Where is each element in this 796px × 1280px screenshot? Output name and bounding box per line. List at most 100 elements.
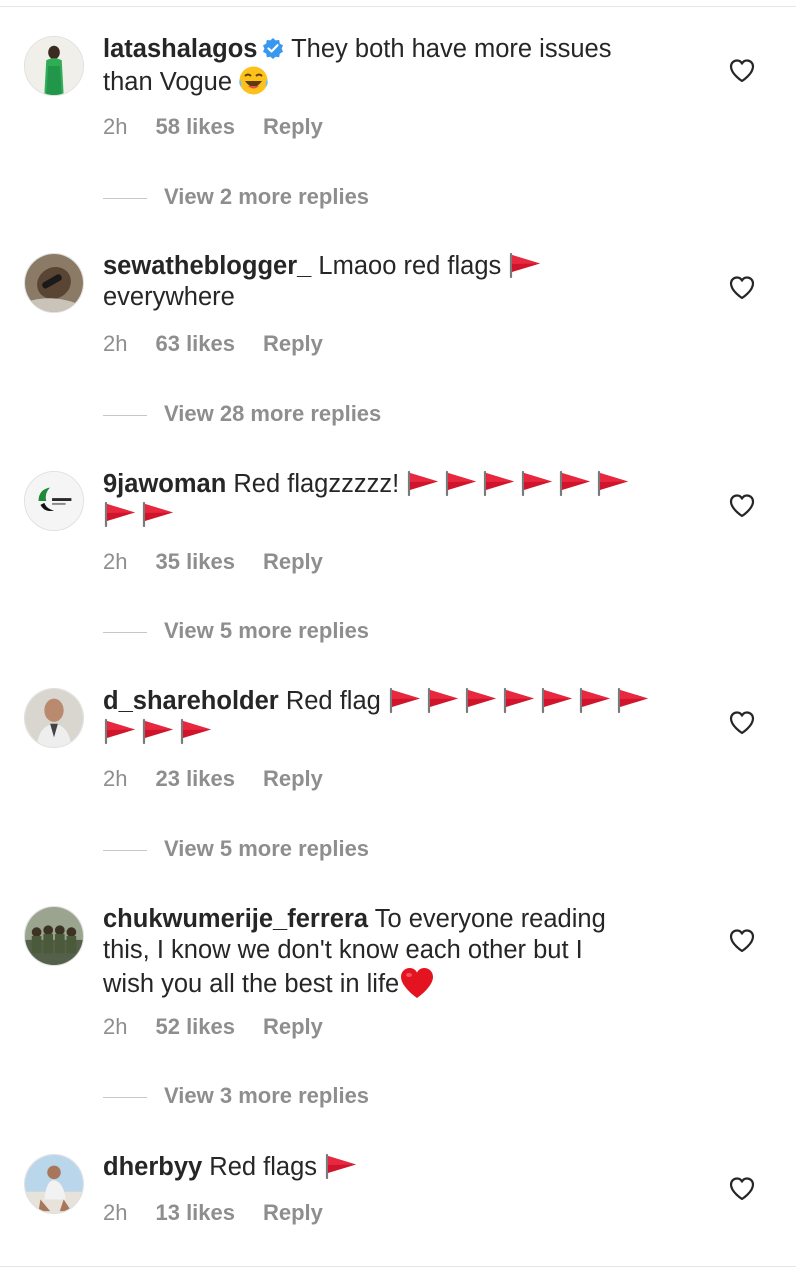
likes-count[interactable]: 35 likes xyxy=(155,549,235,575)
bottom-divider xyxy=(0,1266,796,1267)
comment-body: Red flagzzzzz! xyxy=(233,470,400,498)
comment-meta: 2h 52 likes Reply xyxy=(103,1014,351,1042)
likes-count[interactable]: 23 likes xyxy=(155,766,235,792)
laughing-emoji xyxy=(238,65,269,96)
red-flag-emoji xyxy=(540,687,574,713)
like-heart-icon[interactable] xyxy=(729,58,755,84)
avatar[interactable] xyxy=(24,36,84,96)
username[interactable]: 9jawoman xyxy=(103,470,226,498)
comment-meta: 2h 13 likes Reply xyxy=(103,1200,351,1228)
timestamp: 2h xyxy=(103,1200,128,1225)
red-flag-emoji xyxy=(520,470,554,496)
like-heart-icon[interactable] xyxy=(729,493,755,519)
replies-dash xyxy=(103,414,147,416)
username[interactable]: sewatheblogger_ xyxy=(103,252,311,280)
comment-body-cont: than Vogue xyxy=(103,68,233,96)
reply-button[interactable]: Reply xyxy=(263,114,323,140)
red-flag-emoji xyxy=(388,687,422,713)
comment-item: 9jawoman Red flagzzzzz! 2h 35 likes Reply … xyxy=(0,435,796,643)
avatar-image xyxy=(25,689,83,747)
comment-item: d_shareholder Red flag 2h 23 likes Reply V… xyxy=(0,652,796,861)
username[interactable]: latashalagos xyxy=(103,35,257,63)
comment-text: latashalagos They both have more issues … xyxy=(103,34,683,98)
comment-item: latashalagos They both have more issues … xyxy=(0,0,796,209)
red-flag-emoji xyxy=(616,687,650,713)
timestamp: 2h xyxy=(103,549,128,574)
red-flag-emoji xyxy=(502,687,536,713)
reply-button[interactable]: Reply xyxy=(263,1014,323,1040)
view-more-label: View 5 more replies xyxy=(164,618,370,643)
red-flag-emoji xyxy=(596,470,630,496)
comment-meta: 2h 35 likes Reply xyxy=(103,549,351,577)
red-flag-emoji xyxy=(103,718,137,744)
replies-dash xyxy=(103,197,147,199)
likes-count[interactable]: 52 likes xyxy=(155,1014,235,1040)
timestamp: 2h xyxy=(103,1014,128,1039)
comment-text: chukwumerije_ferrera To everyone reading… xyxy=(103,904,683,1000)
comment-body: They both have more issues xyxy=(291,35,612,63)
avatar-image xyxy=(25,37,83,95)
like-heart-icon[interactable] xyxy=(729,928,755,954)
red-flag-emoji xyxy=(426,687,460,713)
view-more-replies[interactable]: View 5 more replies xyxy=(103,836,369,864)
avatar[interactable] xyxy=(24,906,84,966)
reply-button[interactable]: Reply xyxy=(263,1200,323,1226)
comment-body-cont: this, I know we don't know each other bu… xyxy=(103,936,583,964)
avatar-image xyxy=(25,1155,83,1213)
avatar-image xyxy=(25,472,83,530)
red-flag-emoji xyxy=(103,501,137,527)
likes-count[interactable]: 63 likes xyxy=(155,331,235,357)
avatar[interactable] xyxy=(24,688,84,748)
view-more-replies[interactable]: View 5 more replies xyxy=(103,618,369,646)
username[interactable]: chukwumerije_ferrera xyxy=(103,905,368,933)
comment-body: Red flags xyxy=(209,1153,318,1181)
reply-button[interactable]: Reply xyxy=(263,766,323,792)
timestamp: 2h xyxy=(103,114,128,139)
avatar[interactable] xyxy=(24,471,84,531)
view-more-replies[interactable]: View 2 more replies xyxy=(103,184,369,212)
comment-meta: 2h 58 likes Reply xyxy=(103,114,351,142)
verified-badge-icon xyxy=(262,37,284,59)
red-flag-emoji xyxy=(444,470,478,496)
replies-dash xyxy=(103,849,147,851)
comment-text: sewatheblogger_ Lmaoo red flags everywhe… xyxy=(103,251,683,313)
view-more-label: View 5 more replies xyxy=(164,836,370,861)
avatar[interactable] xyxy=(24,253,84,313)
comment-text: dherbyy Red flags xyxy=(103,1152,683,1183)
red-flag-emoji xyxy=(141,718,175,744)
comment-body: Lmaoo red flags xyxy=(318,252,502,280)
username[interactable]: d_shareholder xyxy=(103,687,279,715)
red-flag-emoji xyxy=(558,470,592,496)
likes-count[interactable]: 13 likes xyxy=(155,1200,235,1226)
username[interactable]: dherbyy xyxy=(103,1153,202,1181)
red-heart-emoji xyxy=(399,966,435,1000)
comment-text: d_shareholder Red flag xyxy=(103,686,683,748)
red-flag-emoji xyxy=(324,1153,358,1179)
avatar-image xyxy=(25,254,83,312)
like-heart-icon[interactable] xyxy=(729,1176,755,1202)
reply-button[interactable]: Reply xyxy=(263,549,323,575)
view-more-replies[interactable]: View 28 more replies xyxy=(103,401,381,429)
like-heart-icon[interactable] xyxy=(729,710,755,736)
red-flag-emoji xyxy=(578,687,612,713)
comment-item: dherbyy Red flags 2h 13 likes Reply xyxy=(0,1118,796,1258)
red-flag-emoji xyxy=(406,470,440,496)
avatar-image xyxy=(25,907,83,965)
likes-count[interactable]: 58 likes xyxy=(155,114,235,140)
comment-body-cont: everywhere xyxy=(103,283,235,311)
view-more-label: View 3 more replies xyxy=(164,1083,370,1108)
view-more-replies[interactable]: View 3 more replies xyxy=(103,1083,369,1111)
red-flag-emoji xyxy=(508,252,542,278)
comment-item: chukwumerije_ferrera To everyone reading… xyxy=(0,870,796,1110)
like-heart-icon[interactable] xyxy=(729,275,755,301)
comment-text: 9jawoman Red flagzzzzz! xyxy=(103,469,683,531)
reply-button[interactable]: Reply xyxy=(263,331,323,357)
view-more-label: View 2 more replies xyxy=(164,184,370,209)
comment-body-cont: wish you all the best in life xyxy=(103,970,400,998)
avatar[interactable] xyxy=(24,1154,84,1214)
comment-body: Red flag xyxy=(285,687,381,715)
replies-dash xyxy=(103,1096,147,1098)
red-flag-emoji xyxy=(464,687,498,713)
red-flag-emoji xyxy=(141,501,175,527)
timestamp: 2h xyxy=(103,331,128,356)
